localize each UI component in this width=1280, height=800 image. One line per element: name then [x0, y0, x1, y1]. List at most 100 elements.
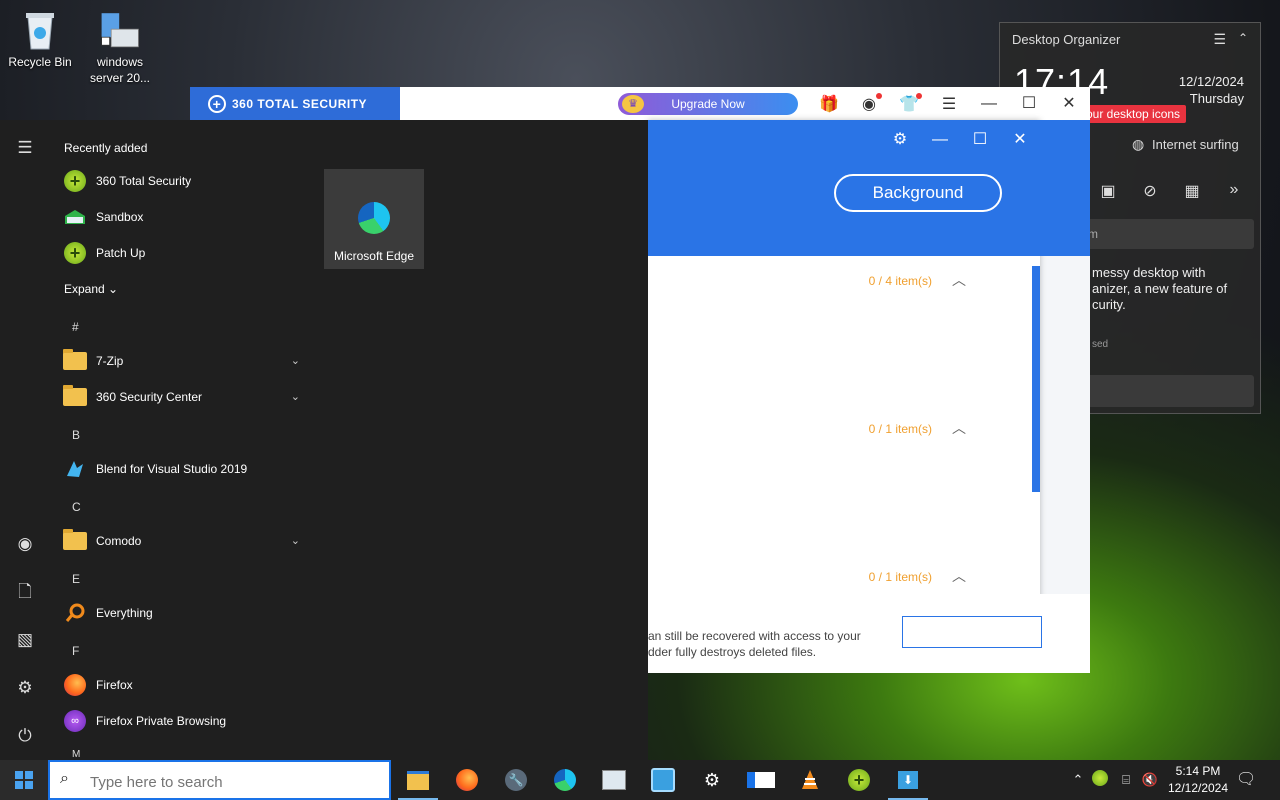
magnifier-icon [651, 768, 675, 792]
dialog-minimize-button[interactable]: — [928, 128, 952, 152]
start-item-360-security-center[interactable]: 360 Security Center ⌄ [58, 380, 308, 414]
start-item-7zip[interactable]: 7-Zip ⌄ [58, 344, 308, 378]
letter-header-e[interactable]: E [72, 572, 80, 586]
hide-icon[interactable]: ⊘ [1140, 181, 1160, 201]
start-item-label: 7-Zip [96, 354, 124, 368]
background-button[interactable]: Background [834, 174, 1002, 212]
folder-icon [63, 385, 87, 406]
taskbar-file-explorer[interactable] [394, 760, 442, 800]
close-button[interactable]: ✕ [1054, 89, 1084, 119]
chevron-down-icon: ⌄ [290, 355, 300, 367]
desktop-icon-windows-server[interactable]: windows server 20... [80, 8, 160, 86]
item-group-row[interactable]: 0 / 1 item(s) ︿ [648, 414, 1040, 454]
expand-button[interactable]: Expand ⌄ [64, 282, 118, 296]
image-icon[interactable]: ▣ [1098, 181, 1118, 201]
start-item-sandbox[interactable]: Sandbox [58, 200, 308, 234]
start-item-label: Blend for Visual Studio 2019 [96, 462, 248, 476]
crown-icon: ♛ [622, 95, 644, 113]
organizer-title: Desktop Organizer [1012, 32, 1121, 47]
start-item-firefox[interactable]: Firefox [58, 668, 308, 702]
start-item-label: 360 Security Center [96, 390, 203, 404]
taskbar-settings[interactable]: ⚙ [688, 760, 736, 800]
start-item-comodo[interactable]: Comodo ⌄ [58, 524, 308, 558]
maximize-button[interactable]: ☐ [1014, 89, 1044, 119]
hamburger-icon[interactable]: ☰ [12, 135, 38, 161]
start-item-blend[interactable]: Blend for Visual Studio 2019 [58, 452, 308, 486]
taskbar-search[interactable]: ⌕ [48, 760, 391, 800]
organizer-search-box[interactable]: m [1080, 219, 1254, 249]
start-item-patch-up[interactable]: + Patch Up [58, 236, 308, 270]
minimize-button[interactable]: — [974, 89, 1004, 119]
show-hidden-icons-chevron[interactable]: ⌃ [1068, 770, 1088, 790]
letter-header-m[interactable]: M [72, 750, 80, 760]
collapse-chevron-icon[interactable]: ︿ [952, 418, 970, 436]
documents-icon[interactable]: 🗋 [12, 579, 38, 605]
collapse-icon[interactable]: ⌃ [1238, 31, 1248, 45]
letter-header-c[interactable]: C [72, 500, 81, 514]
organizer-action-box[interactable] [1080, 375, 1254, 407]
taskbar-clock[interactable]: 5:14 PM 12/12/2024 [1160, 763, 1236, 797]
letter-header-f[interactable]: F [72, 644, 79, 658]
collapse-chevron-icon[interactable]: ︿ [952, 566, 970, 584]
taskbar-app-blue[interactable] [737, 760, 785, 800]
organizer-date: 12/12/2024 Thursday [1179, 73, 1244, 107]
start-item-label: Firefox [96, 678, 133, 692]
organize-icons-pill[interactable]: our desktop icons [1080, 105, 1187, 123]
chevron-down-icon: ⌄ [108, 282, 119, 296]
taskbar-vlc[interactable] [786, 760, 834, 800]
start-item-label: Firefox Private Browsing [96, 714, 227, 728]
network-icon[interactable]: ⌸ [1116, 770, 1136, 790]
user-account-icon[interactable]: ◉ [12, 531, 38, 557]
volume-muted-icon[interactable]: 🔇 [1140, 770, 1160, 790]
collapse-chevron-icon[interactable]: ︿ [952, 270, 970, 288]
notification-dot [916, 93, 922, 99]
gift-icon[interactable]: 🎁 [818, 94, 840, 116]
pictures-icon[interactable]: ▧ [12, 627, 38, 653]
desktop-icon-recycle-bin[interactable]: Recycle Bin [0, 8, 80, 70]
letter-header-hash[interactable]: # [72, 320, 79, 334]
taskbar-tools[interactable]: 🔧 [492, 760, 540, 800]
tile-microsoft-edge[interactable]: Microsoft Edge [324, 169, 424, 269]
recycle-bin-icon [20, 8, 60, 52]
power-icon[interactable]: ⏻ [12, 723, 38, 749]
dialog-maximize-button[interactable]: ☐ [968, 128, 992, 152]
taskbar-magnifier[interactable] [639, 760, 687, 800]
taskbar-installer[interactable]: ⬇ [884, 760, 932, 800]
settings-gear-icon[interactable]: ⚙ [888, 128, 912, 152]
organizer-date-value: 12/12/2024 [1178, 74, 1244, 89]
footer-description: an still be recovered with access to you… [648, 628, 861, 660]
clock-time: 5:14 PM [1175, 764, 1221, 778]
start-item-360-total-security[interactable]: + 360 Total Security [58, 164, 308, 198]
calculator-icon[interactable]: ▦ [1182, 181, 1202, 201]
taskbar-firefox[interactable] [443, 760, 491, 800]
360-logo-icon: + [208, 95, 226, 113]
scrollbar[interactable] [1032, 266, 1040, 492]
vlc-cone-icon [802, 770, 818, 789]
taskbar-360[interactable]: + [835, 760, 883, 800]
menu-icon[interactable]: ☰ [1213, 31, 1226, 48]
start-item-firefox-private[interactable]: ∞ Firefox Private Browsing [58, 704, 308, 738]
letter-header-b[interactable]: B [72, 428, 80, 442]
chevron-down-icon: ⌄ [290, 391, 300, 403]
internet-surfing-label[interactable]: Internet surfing [1134, 137, 1239, 152]
item-group-row[interactable]: 0 / 4 item(s) ︿ [648, 266, 1040, 306]
upgrade-now-button[interactable]: ♛ Upgrade Now [618, 93, 798, 115]
search-input[interactable] [88, 770, 382, 794]
action-center-icon[interactable]: 🗨 [1236, 770, 1256, 790]
tray-360-icon[interactable] [1092, 770, 1112, 790]
organizer-closed-text: sed [1092, 339, 1109, 350]
more-icon[interactable]: » [1224, 181, 1244, 201]
menu-icon[interactable]: ☰ [938, 94, 960, 116]
start-item-everything[interactable]: Everything [58, 596, 308, 630]
installer-icon: ⬇ [898, 771, 918, 789]
footer-action-button[interactable] [902, 616, 1042, 648]
start-button[interactable] [0, 760, 48, 800]
taskbar-snipping[interactable] [590, 760, 638, 800]
360-total-security-icon: + [64, 170, 86, 192]
taskbar-edge[interactable] [541, 760, 589, 800]
item-count: 0 / 1 item(s) [868, 422, 932, 436]
wrench-tool-icon: 🔧 [505, 769, 527, 791]
notification-dot [876, 93, 882, 99]
dialog-close-button[interactable]: ✕ [1008, 128, 1032, 152]
settings-icon[interactable]: ⚙ [12, 675, 38, 701]
